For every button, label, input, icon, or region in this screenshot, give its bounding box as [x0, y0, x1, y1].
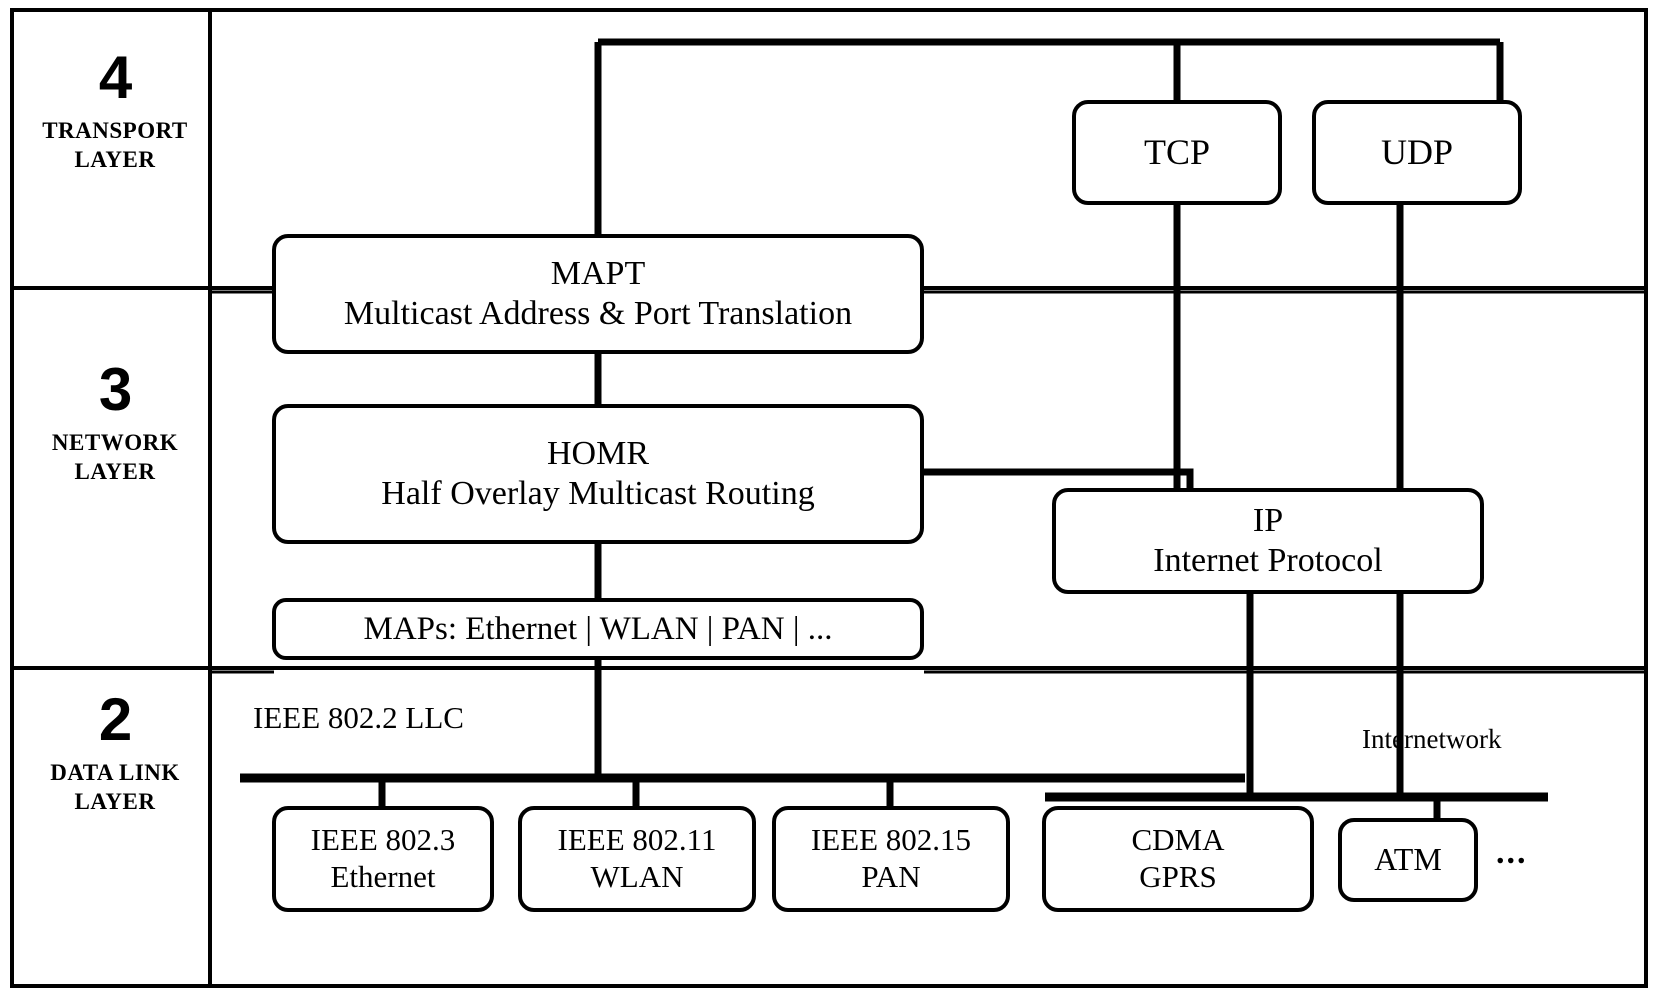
- box-cdma-line1: CDMA: [1131, 822, 1225, 858]
- box-homr-acronym: HOMR: [546, 434, 650, 472]
- box-mapt-acronym: MAPT: [550, 254, 646, 292]
- layer-label-data-link: 2 DATA LINK LAYER: [10, 690, 220, 816]
- box-ieee-802-15-technology: PAN: [861, 859, 921, 894]
- layer-number-3: 3: [98, 356, 132, 423]
- layer-name-transport: TRANSPORT LAYER: [42, 118, 188, 172]
- layer-number-4: 4: [98, 44, 132, 111]
- protocol-stack-diagram: 4 TRANSPORT LAYER 3 NETWORK LAYER 2 DATA…: [0, 0, 1664, 999]
- box-ieee-802-3[interactable]: IEEE 802.3 Ethernet: [272, 806, 494, 912]
- box-ip-expansion: Internet Protocol: [1153, 542, 1383, 579]
- internetwork-bus-label: Internetwork: [1362, 724, 1502, 754]
- box-ieee-802-15-standard: IEEE 802.15: [810, 822, 972, 858]
- box-ieee-802-3-technology: Ethernet: [330, 859, 436, 894]
- layer-number-2: 2: [98, 686, 132, 753]
- layer-name-data-link: DATA LINK LAYER: [50, 760, 180, 814]
- layer-label-network: 3 NETWORK LAYER: [10, 360, 220, 486]
- box-tcp-label: TCP: [1143, 132, 1211, 173]
- box-tcp[interactable]: TCP: [1072, 100, 1282, 205]
- box-maps[interactable]: MAPs: Ethernet | WLAN | PAN | ...: [272, 598, 924, 660]
- box-ieee-802-3-standard: IEEE 802.3: [310, 822, 456, 858]
- box-mapt-expansion: Multicast Address & Port Translation: [343, 295, 853, 332]
- box-ieee-802-11[interactable]: IEEE 802.11 WLAN: [518, 806, 756, 912]
- box-ip-acronym: IP: [1252, 501, 1284, 539]
- box-cdma-gprs[interactable]: CDMA GPRS: [1042, 806, 1314, 912]
- llc-bus-label: IEEE 802.2 LLC: [253, 700, 464, 735]
- box-udp[interactable]: UDP: [1312, 100, 1522, 205]
- box-homr[interactable]: HOMR Half Overlay Multicast Routing: [272, 404, 924, 544]
- box-ieee-802-11-standard: IEEE 802.11: [557, 822, 717, 858]
- box-cdma-line2: GPRS: [1139, 859, 1217, 894]
- box-mapt[interactable]: MAPT Multicast Address & Port Translatio…: [272, 234, 924, 354]
- layer-label-transport: 4 TRANSPORT LAYER: [10, 48, 220, 174]
- more-technologies-ellipsis: ...: [1496, 834, 1528, 871]
- box-udp-label: UDP: [1380, 132, 1454, 173]
- box-atm[interactable]: ATM: [1338, 818, 1478, 902]
- box-maps-label: MAPs: Ethernet | WLAN | PAN | ...: [363, 610, 833, 647]
- box-atm-label: ATM: [1374, 841, 1442, 878]
- box-ip[interactable]: IP Internet Protocol: [1052, 488, 1484, 594]
- box-ieee-802-11-technology: WLAN: [590, 859, 684, 894]
- box-homr-expansion: Half Overlay Multicast Routing: [381, 475, 815, 512]
- box-ieee-802-15[interactable]: IEEE 802.15 PAN: [772, 806, 1010, 912]
- layer-name-network: NETWORK LAYER: [51, 430, 179, 484]
